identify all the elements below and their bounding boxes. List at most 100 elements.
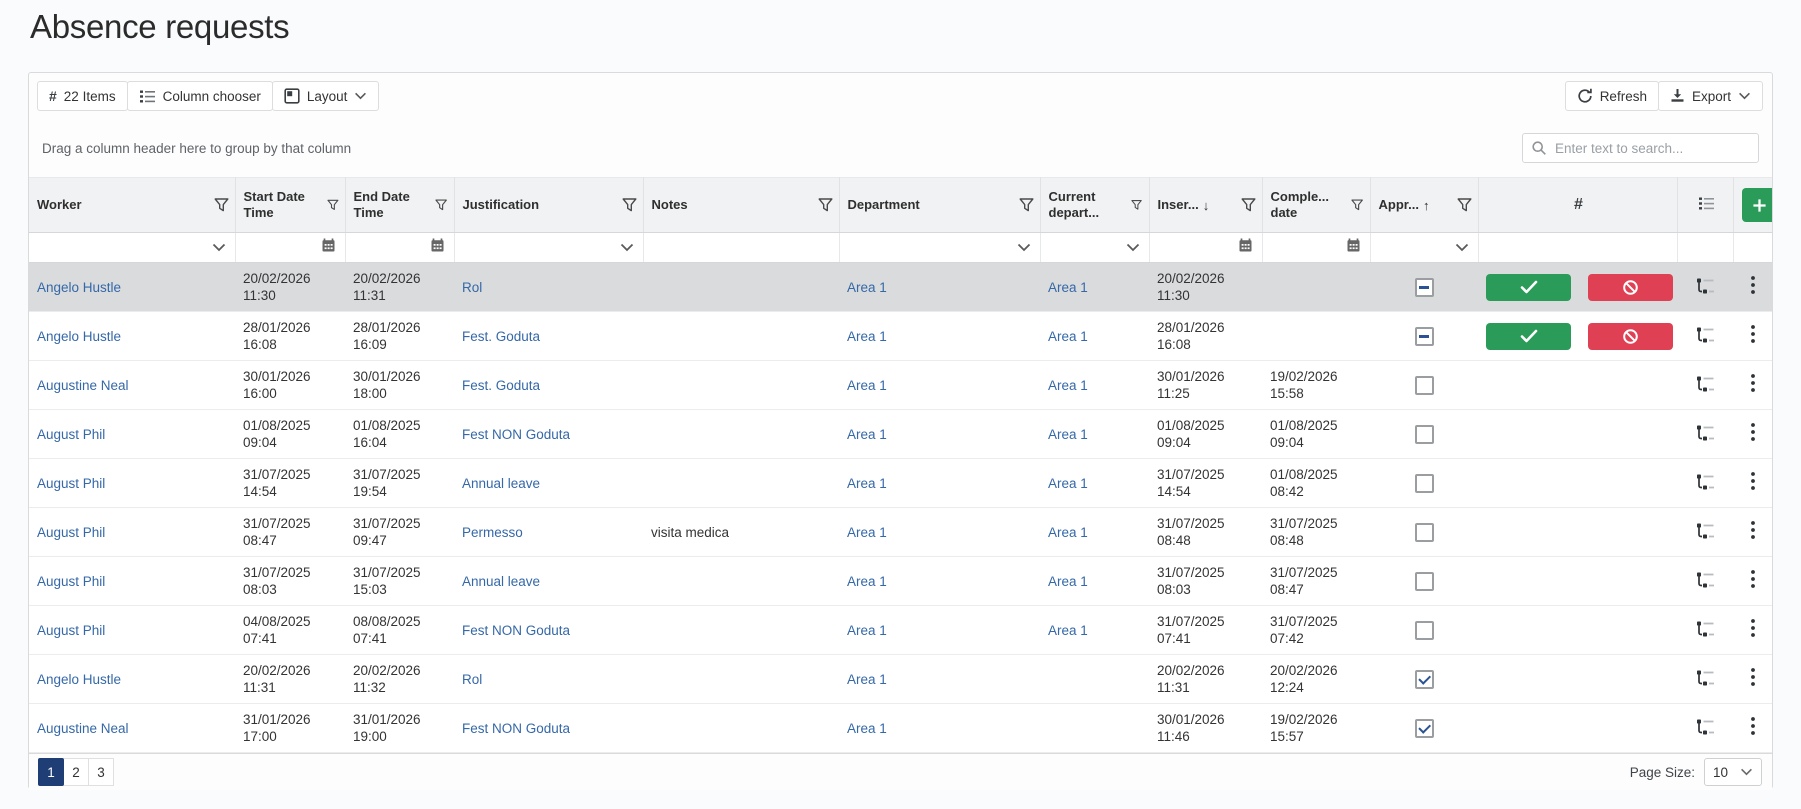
search-input[interactable] bbox=[1553, 140, 1750, 157]
worker-link[interactable]: August Phil bbox=[37, 623, 105, 638]
filter-icon[interactable] bbox=[435, 198, 447, 212]
column-header-end-date-time[interactable]: End Date Time bbox=[345, 178, 454, 233]
approved-checkbox[interactable] bbox=[1415, 376, 1434, 395]
department-link[interactable]: Area 1 bbox=[847, 721, 887, 736]
column-header-inser[interactable]: Inser...↓ bbox=[1149, 178, 1262, 233]
justification-link[interactable]: Fest NON Goduta bbox=[462, 721, 570, 736]
filter-cell-appr[interactable] bbox=[1370, 233, 1478, 263]
approved-checkbox[interactable] bbox=[1415, 278, 1434, 297]
justification-link[interactable]: Fest NON Goduta bbox=[462, 427, 570, 442]
filter-icon[interactable] bbox=[818, 198, 833, 212]
hierarchy-icon[interactable] bbox=[1695, 277, 1715, 294]
filter-icon[interactable] bbox=[1019, 198, 1034, 212]
layout-button[interactable]: Layout bbox=[272, 81, 380, 111]
hierarchy-icon[interactable] bbox=[1695, 620, 1715, 637]
current-department-link[interactable]: Area 1 bbox=[1048, 280, 1088, 295]
filter-cell-justification[interactable] bbox=[454, 233, 643, 263]
kebab-menu-icon[interactable] bbox=[1750, 324, 1756, 344]
filter-cell-inser[interactable] bbox=[1149, 233, 1262, 263]
justification-link[interactable]: Fest. Goduta bbox=[462, 378, 540, 393]
hierarchy-icon[interactable] bbox=[1695, 424, 1715, 441]
table-row[interactable]: Augustine Neal 31/01/2026 17:00 31/01/20… bbox=[29, 704, 1772, 753]
column-header-notes[interactable]: Notes bbox=[643, 178, 839, 233]
department-link[interactable]: Area 1 bbox=[847, 574, 887, 589]
department-link[interactable]: Area 1 bbox=[847, 378, 887, 393]
column-header-justification[interactable]: Justification bbox=[454, 178, 643, 233]
justification-link[interactable]: Annual leave bbox=[462, 574, 540, 589]
current-department-link[interactable]: Area 1 bbox=[1048, 525, 1088, 540]
kebab-menu-icon[interactable] bbox=[1750, 373, 1756, 393]
column-chooser-button[interactable]: Column chooser bbox=[127, 81, 273, 111]
justification-link[interactable]: Annual leave bbox=[462, 476, 540, 491]
table-row[interactable]: August Phil 31/07/2025 08:47 31/07/2025 … bbox=[29, 508, 1772, 557]
worker-link[interactable]: Angelo Hustle bbox=[37, 280, 121, 295]
kebab-menu-icon[interactable] bbox=[1750, 471, 1756, 491]
filter-icon[interactable] bbox=[1457, 198, 1472, 212]
approved-checkbox[interactable] bbox=[1415, 474, 1434, 493]
department-link[interactable]: Area 1 bbox=[847, 280, 887, 295]
worker-link[interactable]: August Phil bbox=[37, 574, 105, 589]
filter-cell-comple-date[interactable] bbox=[1262, 233, 1370, 263]
current-department-link[interactable]: Area 1 bbox=[1048, 378, 1088, 393]
kebab-menu-icon[interactable] bbox=[1750, 275, 1756, 295]
hierarchy-icon[interactable] bbox=[1695, 718, 1715, 735]
kebab-menu-icon[interactable] bbox=[1750, 618, 1756, 638]
add-row-button[interactable] bbox=[1742, 188, 1773, 222]
hierarchy-icon[interactable] bbox=[1695, 473, 1715, 490]
kebab-menu-icon[interactable] bbox=[1750, 569, 1756, 589]
filter-cell-department[interactable] bbox=[839, 233, 1040, 263]
group-panel[interactable]: Drag a column header here to group by th… bbox=[29, 119, 1772, 177]
justification-link[interactable]: Rol bbox=[462, 672, 482, 687]
table-row[interactable]: August Phil 04/08/2025 07:41 08/08/2025 … bbox=[29, 606, 1772, 655]
hierarchy-icon[interactable] bbox=[1695, 571, 1715, 588]
justification-link[interactable]: Permesso bbox=[462, 525, 523, 540]
worker-link[interactable]: Angelo Hustle bbox=[37, 329, 121, 344]
page-size-select[interactable]: 10 bbox=[1704, 758, 1762, 786]
justification-link[interactable]: Rol bbox=[462, 280, 482, 295]
filter-icon[interactable] bbox=[1131, 198, 1142, 212]
column-header-comple-date[interactable]: Comple... date bbox=[1262, 178, 1370, 233]
column-header-appr[interactable]: Appr...↑ bbox=[1370, 178, 1478, 233]
department-link[interactable]: Area 1 bbox=[847, 476, 887, 491]
worker-link[interactable]: August Phil bbox=[37, 476, 105, 491]
department-link[interactable]: Area 1 bbox=[847, 427, 887, 442]
table-row[interactable]: August Phil 01/08/2025 09:04 01/08/2025 … bbox=[29, 410, 1772, 459]
approved-checkbox[interactable] bbox=[1415, 621, 1434, 640]
filter-cell-start-date-time[interactable] bbox=[235, 233, 345, 263]
column-header-department[interactable]: Department bbox=[839, 178, 1040, 233]
page-button-3[interactable]: 3 bbox=[88, 758, 114, 786]
export-button[interactable]: Export bbox=[1658, 81, 1763, 111]
kebab-menu-icon[interactable] bbox=[1750, 667, 1756, 687]
current-department-link[interactable]: Area 1 bbox=[1048, 623, 1088, 638]
filter-cell-end-date-time[interactable] bbox=[345, 233, 454, 263]
refresh-button[interactable]: Refresh bbox=[1565, 81, 1659, 111]
table-row[interactable]: Angelo Hustle 28/01/2026 16:08 28/01/202… bbox=[29, 312, 1772, 361]
kebab-menu-icon[interactable] bbox=[1750, 520, 1756, 540]
table-row[interactable]: Augustine Neal 30/01/2026 16:00 30/01/20… bbox=[29, 361, 1772, 410]
column-header-current-depart[interactable]: Current depart... bbox=[1040, 178, 1149, 233]
filter-icon[interactable] bbox=[327, 198, 339, 212]
approved-checkbox[interactable] bbox=[1415, 425, 1434, 444]
items-count-button[interactable]: # 22 Items bbox=[37, 81, 128, 111]
filter-icon[interactable] bbox=[1351, 198, 1363, 212]
hierarchy-icon[interactable] bbox=[1695, 522, 1715, 539]
department-link[interactable]: Area 1 bbox=[847, 623, 887, 638]
deny-button[interactable] bbox=[1588, 274, 1673, 301]
filter-icon[interactable] bbox=[622, 198, 637, 212]
worker-link[interactable]: Angelo Hustle bbox=[37, 672, 121, 687]
column-header-start-date-time[interactable]: Start Date Time bbox=[235, 178, 345, 233]
table-row[interactable]: Angelo Hustle 20/02/2026 11:30 20/02/202… bbox=[29, 263, 1772, 312]
current-department-link[interactable]: Area 1 bbox=[1048, 427, 1088, 442]
worker-link[interactable]: Augustine Neal bbox=[37, 721, 129, 736]
page-button-1[interactable]: 1 bbox=[38, 758, 64, 786]
approve-button[interactable] bbox=[1486, 274, 1571, 301]
filter-cell-notes[interactable] bbox=[643, 233, 839, 263]
approved-checkbox[interactable] bbox=[1415, 523, 1434, 542]
approved-checkbox[interactable] bbox=[1415, 327, 1434, 346]
worker-link[interactable]: August Phil bbox=[37, 525, 105, 540]
filter-cell-worker[interactable] bbox=[29, 233, 235, 263]
department-link[interactable]: Area 1 bbox=[847, 525, 887, 540]
filter-cell-current-depart[interactable] bbox=[1040, 233, 1149, 263]
kebab-menu-icon[interactable] bbox=[1750, 422, 1756, 442]
hierarchy-icon[interactable] bbox=[1695, 669, 1715, 686]
